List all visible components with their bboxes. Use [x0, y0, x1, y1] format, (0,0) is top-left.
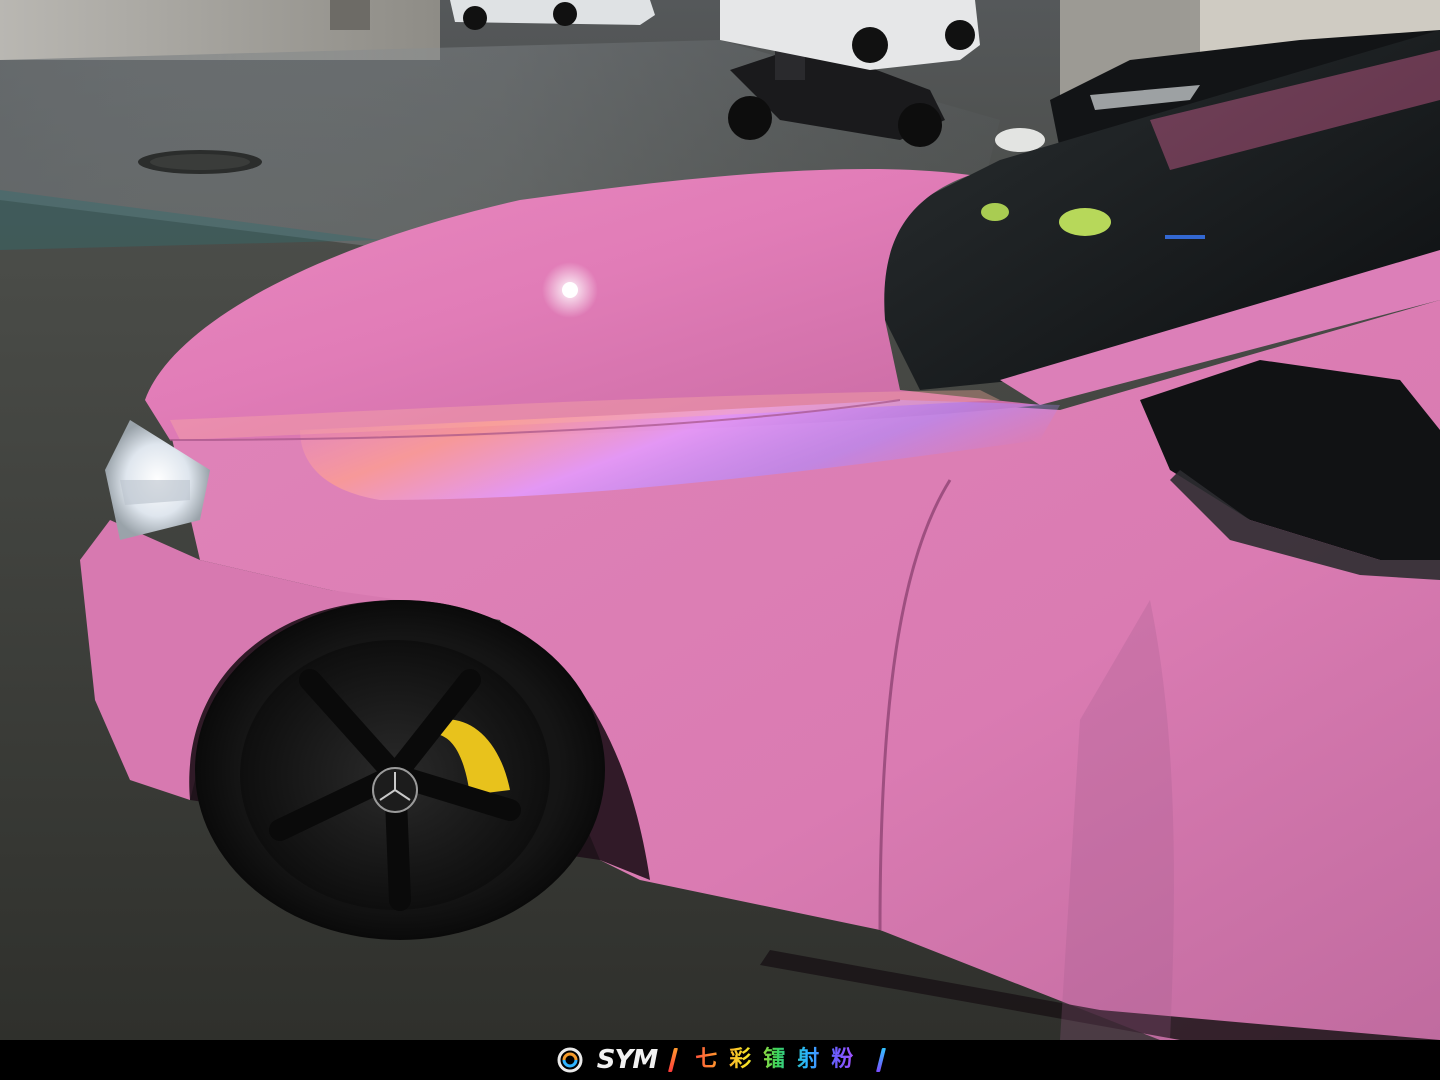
brand-name: SYM [596, 1045, 658, 1075]
sym-logo-icon [557, 1047, 583, 1073]
slogan-text: 七彩镭射粉 [689, 1040, 865, 1080]
car-scene-illustration [0, 0, 1440, 1040]
caption-content: SYM 七彩镭射粉 [557, 1040, 887, 1080]
car-photo [0, 0, 1440, 1040]
caption-bar: SYM 七彩镭射粉 [0, 1040, 1440, 1080]
separator-left [668, 1048, 679, 1072]
separator-right [876, 1048, 887, 1072]
